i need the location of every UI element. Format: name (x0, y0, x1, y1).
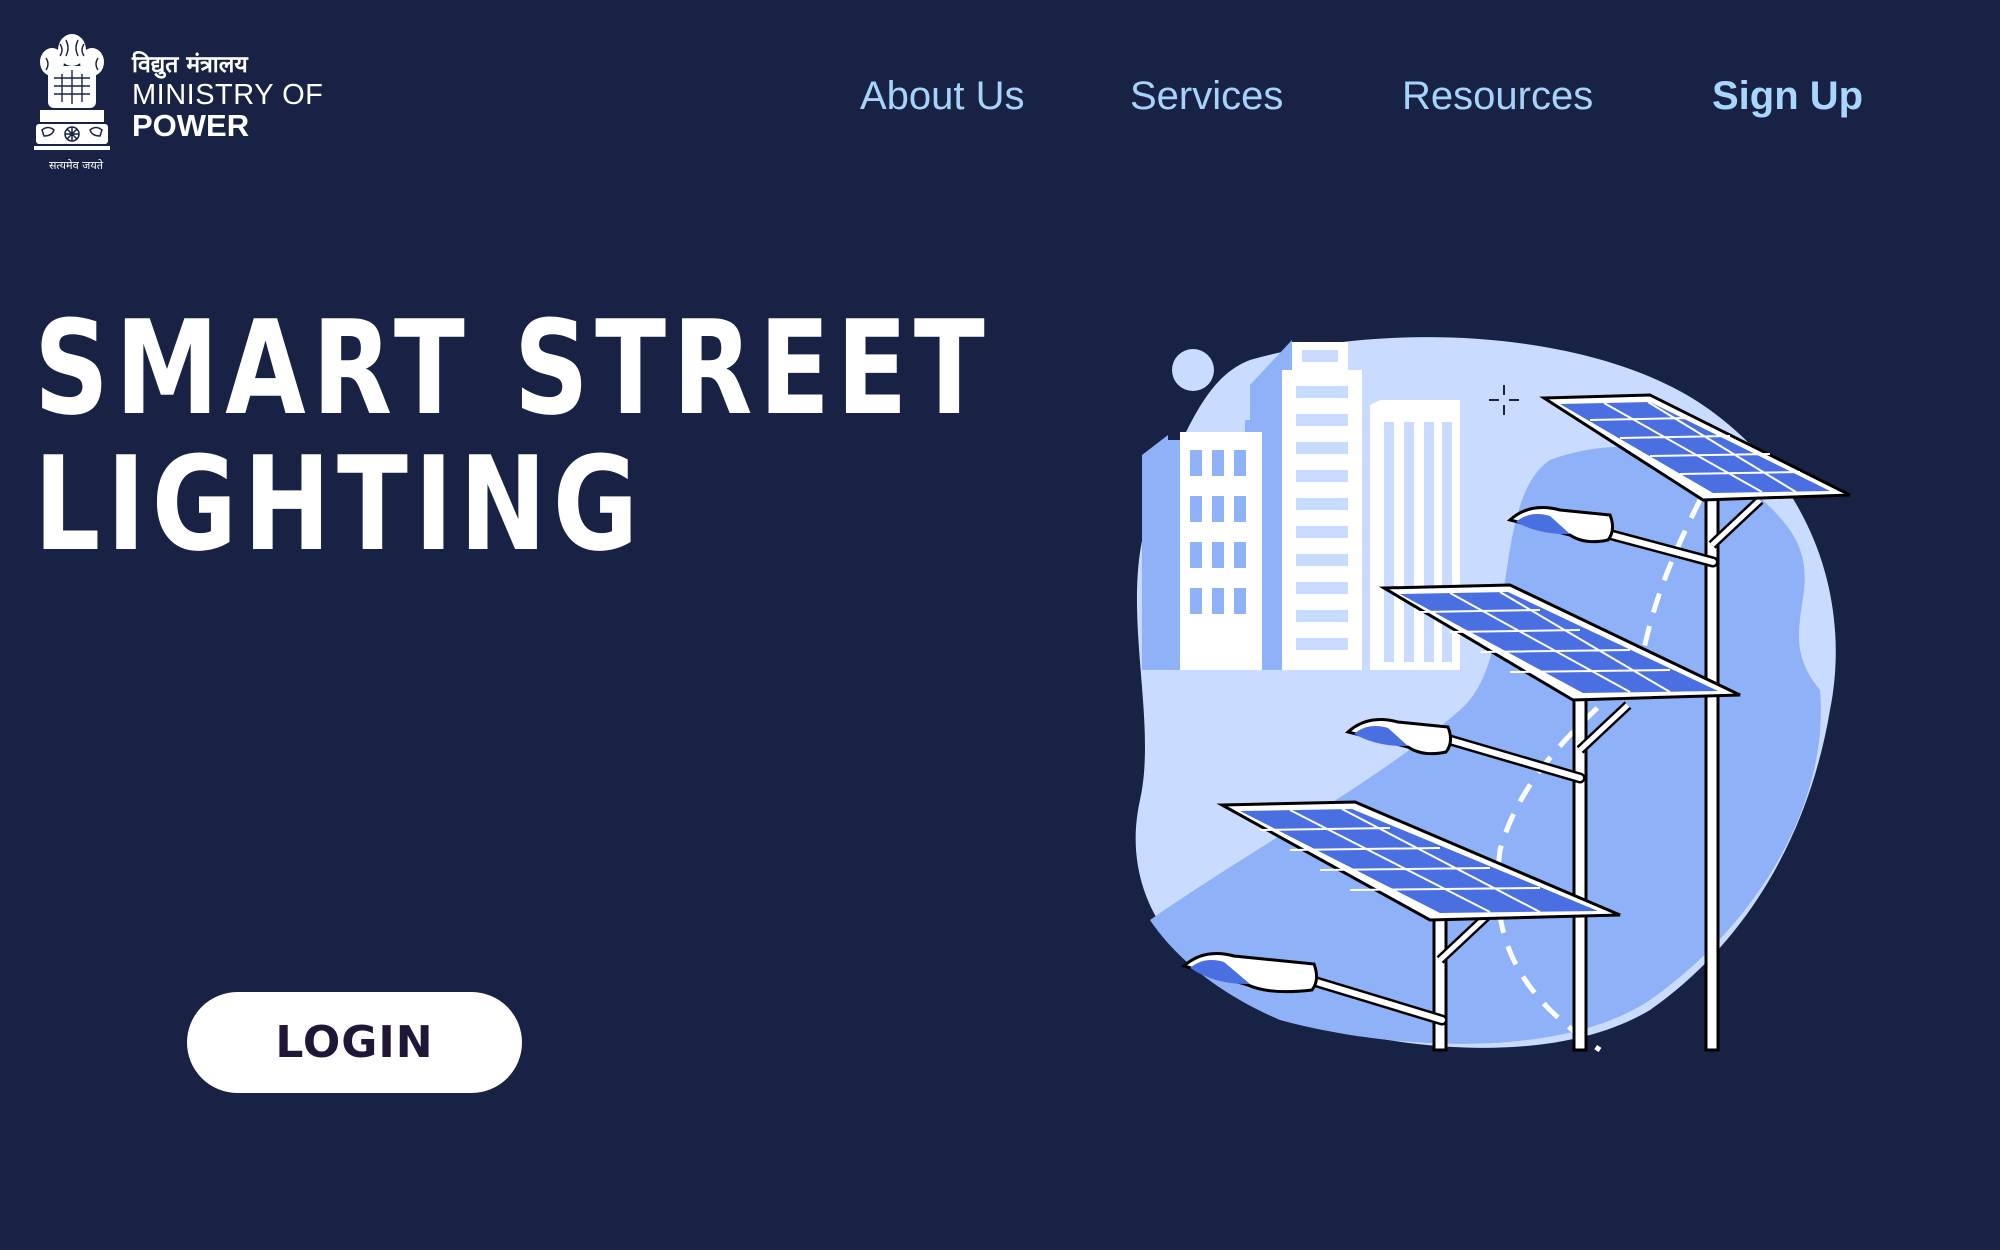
nav-link-resources[interactable]: Resources (1402, 74, 1593, 119)
national-emblem-icon (34, 34, 110, 150)
ministry-name-hindi: विद्युत मंत्रालय (132, 52, 248, 78)
hero-title-line2: LIGHTING (34, 428, 645, 580)
ministry-logo[interactable]: सत्यमेव जयते विद्युत मंत्रालय MINISTRY O… (30, 30, 330, 180)
ministry-name-line2: POWER (132, 108, 250, 143)
nav-link-services[interactable]: Services (1130, 74, 1283, 119)
login-button[interactable]: LOGIN (187, 992, 522, 1093)
hero-title-line1: SMART STREET (34, 292, 992, 444)
moon-icon (1172, 349, 1214, 391)
solar-street-lights-illustration (1135, 337, 1851, 1053)
nav-link-about-us[interactable]: About Us (860, 74, 1025, 119)
hero-title: SMART STREET LIGHTING (34, 300, 991, 572)
ministry-name: विद्युत मंत्रालय MINISTRY OF POWER (132, 50, 323, 142)
emblem-motto: सत्यमेव जयते (48, 159, 103, 172)
nav-link-sign-up[interactable]: Sign Up (1712, 74, 1863, 119)
ministry-name-line1: MINISTRY OF (132, 79, 324, 111)
